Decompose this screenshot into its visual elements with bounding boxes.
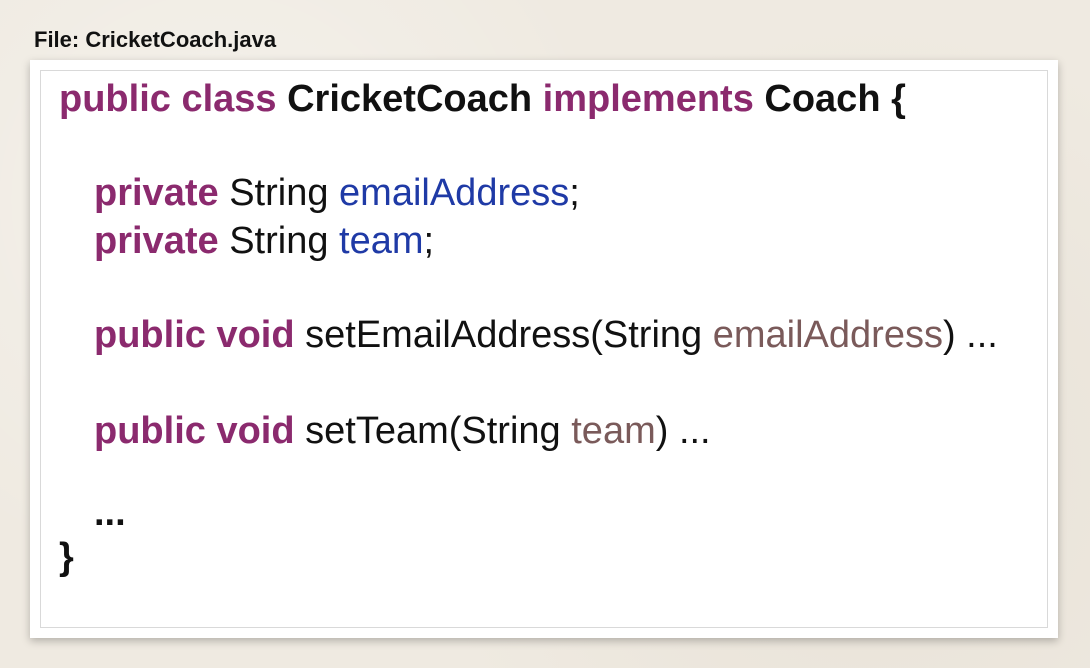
type-name: String [229,172,329,214]
code-line-set-email-method: public void setEmailAddress(String email… [94,313,998,357]
semicolon: ; [569,172,580,214]
open-brace: { [891,78,906,120]
keyword-private: private [94,220,219,262]
keyword-void: void [216,410,295,452]
code-line-ellipsis: ... [94,491,126,535]
type-name: String [229,220,329,262]
keyword-implements: implements [542,78,754,120]
method-tail: ) ... [942,314,998,356]
method-signature: setTeam(String [305,410,561,452]
class-name: CricketCoach [287,78,533,120]
method-tail: ) ... [655,410,711,452]
keyword-public: public [94,314,206,356]
method-signature: setEmailAddress(String [305,314,703,356]
keyword-void: void [216,314,295,356]
interface-name: Coach [764,78,881,120]
field-name: emailAddress [339,172,570,214]
file-label: File: CricketCoach.java [34,27,277,52]
keyword-public: public [59,78,171,120]
field-name: team [339,220,424,262]
keyword-private: private [94,172,219,214]
ellipsis: ... [94,492,126,534]
keyword-class: class [181,78,277,120]
code-line-set-team-method: public void setTeam(String team) ... [94,409,711,453]
parameter-name: team [571,410,656,452]
close-brace: } [59,536,74,578]
semicolon: ; [423,220,435,262]
code-block: public class CricketCoach implements Coa… [40,70,1048,628]
code-line-class-declaration: public class CricketCoach implements Coa… [59,77,906,121]
code-line-field-team: private String team; [94,219,434,263]
code-card: public class CricketCoach implements Coa… [30,60,1058,638]
code-line-field-email: private String emailAddress; [94,171,580,215]
parameter-name: emailAddress [712,314,943,356]
keyword-public: public [94,410,206,452]
code-line-close-brace: } [59,535,74,579]
